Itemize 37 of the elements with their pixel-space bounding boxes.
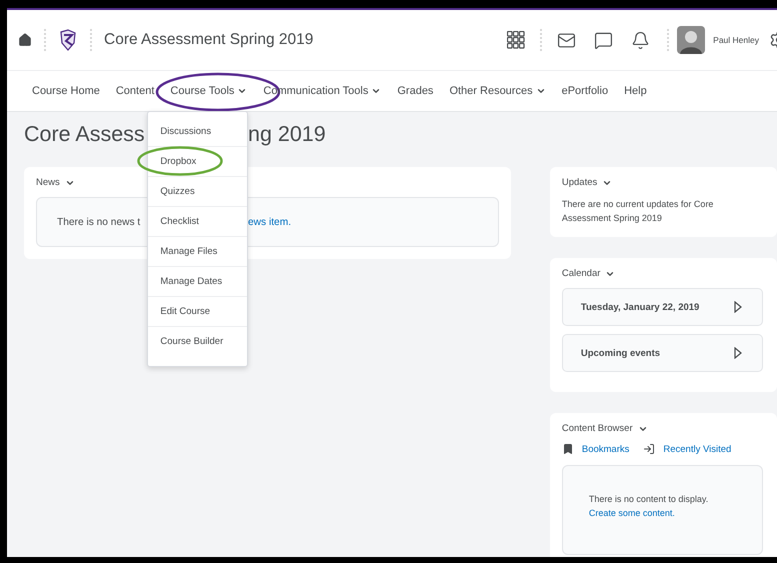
news-link[interactable]: ews item. [248, 216, 292, 228]
menu-item[interactable]: Dropbox [137, 146, 248, 176]
play-icon [734, 347, 742, 359]
play-icon [734, 301, 742, 313]
calendar-row[interactable]: Upcoming events [562, 334, 763, 372]
chevron-down-icon [536, 86, 546, 96]
nav-tab[interactable]: Course Home [24, 85, 108, 97]
nav-tab[interactable]: ePortfolio [554, 85, 616, 97]
chevron-down-icon [237, 86, 248, 96]
chat-icon[interactable] [594, 30, 614, 50]
nav-tab[interactable]: Grades [389, 85, 442, 97]
nav-tab[interactable]: Help [616, 85, 655, 97]
calendar-row[interactable]: Tuesday, January 22, 2019 [562, 288, 763, 326]
home-icon[interactable] [18, 33, 32, 47]
widget-title[interactable]: Calendar [562, 268, 765, 279]
chevron-down-icon [371, 86, 382, 96]
user-avatar[interactable] [677, 26, 706, 54]
user-name[interactable]: Paul Henley [713, 35, 759, 45]
nav-tab[interactable]: Other Resources [441, 85, 554, 97]
school-logo-icon[interactable] [58, 29, 78, 51]
widget-title[interactable]: Content Browser [562, 423, 765, 434]
page-heading: Core Assess [24, 122, 145, 146]
empty-message: There is no content to display. [588, 493, 710, 506]
browser-tab[interactable]: Recently Visited [643, 443, 732, 455]
browser-tab[interactable]: Bookmarks [562, 443, 630, 455]
create-content-link[interactable]: Create some content. [588, 506, 675, 520]
course-title: Core Assessment Spring 2019 [104, 31, 314, 49]
bookmark-icon [562, 443, 574, 455]
notification-bell-icon[interactable] [631, 30, 650, 50]
mail-icon[interactable] [557, 30, 576, 50]
recent-icon [643, 443, 656, 455]
app-grid-icon[interactable] [507, 31, 526, 49]
widget-title[interactable]: Updates [562, 177, 765, 188]
nav-tab[interactable]: Content [108, 85, 162, 97]
page-heading: ng 2019 [248, 122, 326, 146]
updates-message: There are no current updates for Core Assessment Spring 2019 [562, 198, 714, 225]
news-message: There is no news t [57, 216, 140, 228]
